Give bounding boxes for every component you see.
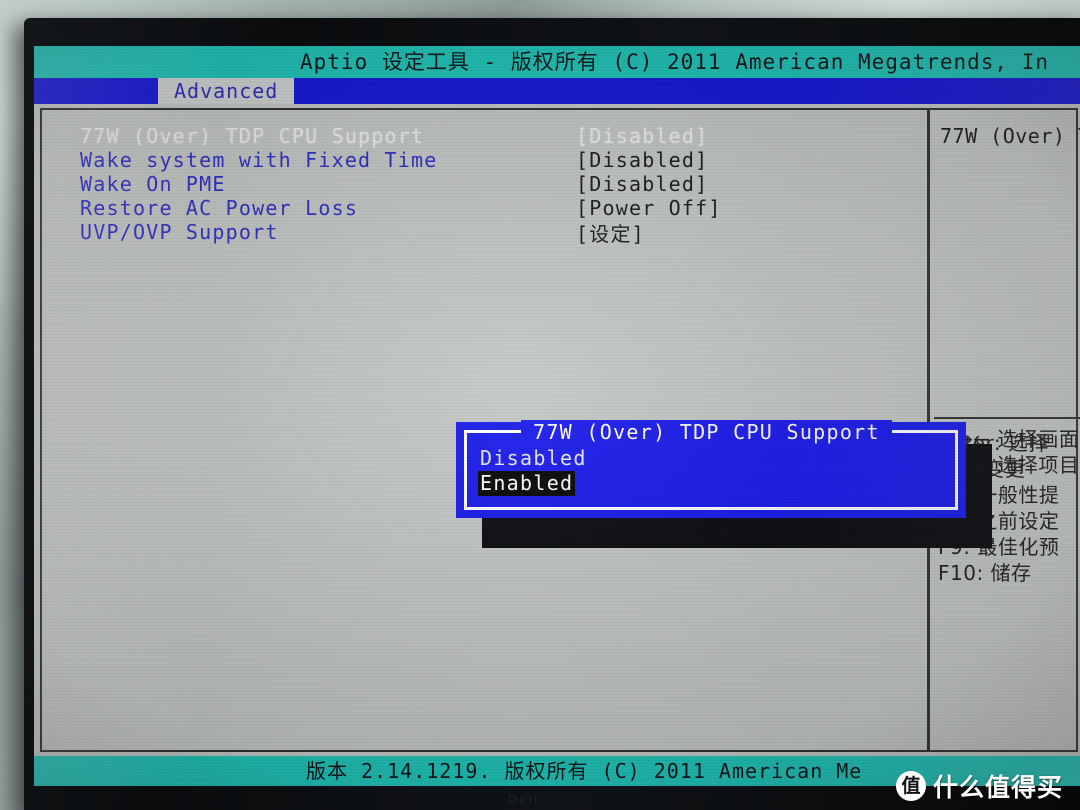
setting-row-tdp-cpu-support[interactable]: 77W (Over) TDP CPU Support [Disabled]: [80, 124, 920, 148]
setting-label: Restore AC Power Loss: [80, 196, 359, 220]
setting-row-uvp-ovp-support[interactable]: UVP/OVP Support [设定]: [80, 218, 920, 247]
setting-label: UVP/OVP Support: [80, 220, 279, 244]
popup-option-row: Enabled: [478, 471, 589, 496]
tab-advanced[interactable]: Advanced: [158, 78, 295, 104]
help-topic-text: 77W (Over) T: [940, 124, 1080, 148]
popup-option-row: Disabled: [478, 446, 589, 471]
popup-option-disabled[interactable]: Disabled: [478, 446, 589, 471]
setting-value[interactable]: [Disabled]: [576, 124, 708, 148]
popup-option-list[interactable]: Disabled Enabled: [478, 446, 589, 496]
monitor-stand-brand: Dell: [508, 793, 540, 807]
setting-row-wake-fixed-time[interactable]: Wake system with Fixed Time [Disabled]: [80, 148, 920, 172]
setting-row-wake-on-pme[interactable]: Wake On PME [Disabled]: [80, 172, 920, 196]
option-popup-dialog[interactable]: 77W (Over) TDP CPU Support Disabled Enab…: [456, 420, 966, 518]
setting-label: Wake On PME: [80, 172, 226, 196]
setting-row-restore-ac-power-loss[interactable]: Restore AC Power Loss [Power Off]: [80, 196, 920, 220]
bios-footer-bar: 版本 2.14.1219. 版权所有 (C) 2011 American Me: [34, 756, 1080, 786]
hint-f10: F10: 储存: [938, 561, 1032, 585]
bios-content-area: 77W (Over) TDP CPU Support [Disabled] Wa…: [34, 104, 1080, 756]
help-divider: [934, 417, 1080, 419]
setting-value[interactable]: [Power Off]: [576, 196, 722, 220]
bios-menu-bar[interactable]: Advanced: [34, 78, 1080, 104]
popup-title: 77W (Over) TDP CPU Support: [521, 420, 892, 444]
setting-value[interactable]: [设定]: [576, 218, 645, 247]
setting-value[interactable]: [Disabled]: [576, 148, 708, 172]
photo-scene: Aptio 设定工具 - 版权所有 (C) 2011 American Mega…: [0, 0, 1080, 810]
settings-list: 77W (Over) TDP CPU Support [Disabled] Wa…: [80, 124, 920, 247]
setting-value[interactable]: [Disabled]: [576, 172, 708, 196]
setting-label: 77W (Over) TDP CPU Support: [80, 124, 425, 148]
bios-title-bar: Aptio 设定工具 - 版权所有 (C) 2011 American Mega…: [34, 46, 1080, 78]
popup-option-enabled[interactable]: Enabled: [478, 471, 576, 496]
bios-screen: Aptio 设定工具 - 版权所有 (C) 2011 American Mega…: [34, 46, 1080, 786]
setting-label: Wake system with Fixed Time: [80, 148, 438, 172]
